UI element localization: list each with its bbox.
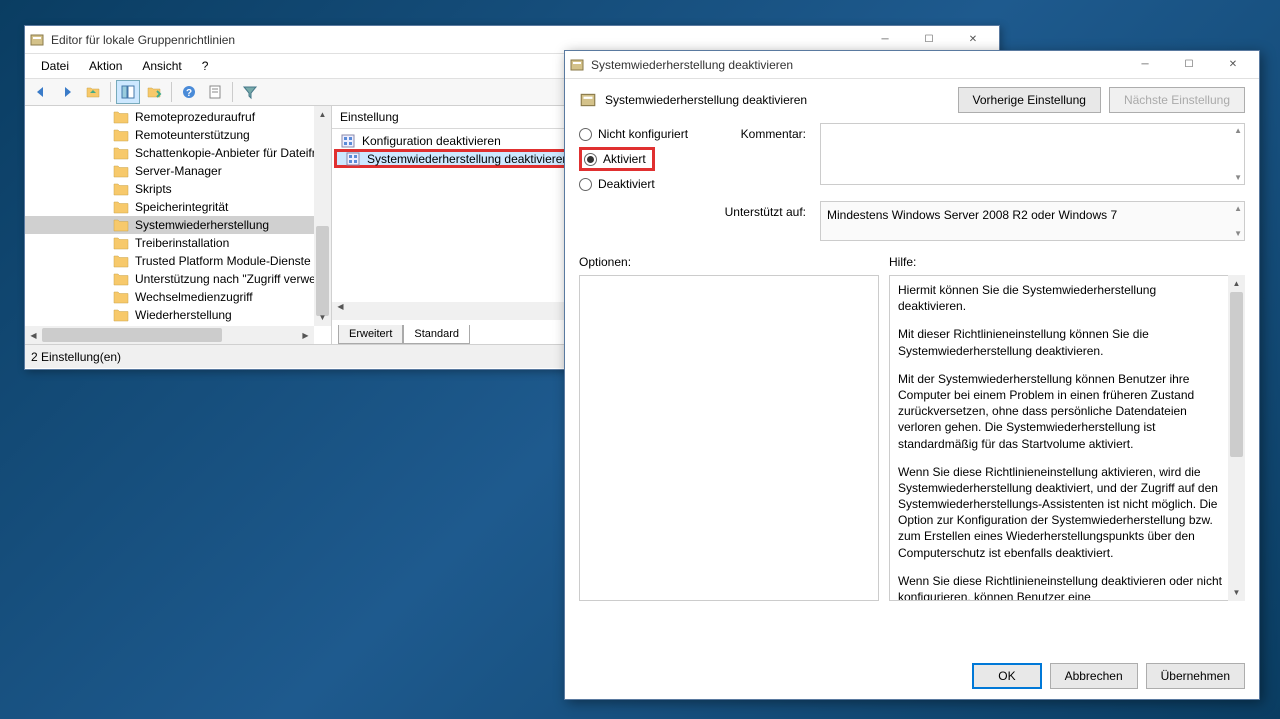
tree-item-label: Unterstützung nach "Zugriff verwe <box>135 272 316 286</box>
supported-label: Unterstützt auf: <box>717 205 806 219</box>
back-button[interactable] <box>29 80 53 104</box>
tree-item-label: Trusted Platform Module-Dienste <box>135 254 311 268</box>
scroll-left-icon[interactable]: ◀ <box>332 302 349 320</box>
help-box: Hiermit können Sie die Systemwiederherst… <box>889 275 1245 601</box>
help-label: Hilfe: <box>889 255 1245 269</box>
policy-heading-icon <box>579 91 597 109</box>
menu-action[interactable]: Aktion <box>79 57 132 75</box>
supported-on-text: Mindestens Windows Server 2008 R2 oder W… <box>827 208 1117 222</box>
apply-button[interactable]: Übernehmen <box>1146 663 1245 689</box>
radio-disabled[interactable]: Deaktiviert <box>579 173 709 195</box>
tree-scrollbar-horizontal[interactable]: ◀ ▶ <box>25 326 314 344</box>
up-button[interactable] <box>81 80 105 104</box>
list-item-label: Systemwiederherstellung deaktivieren <box>367 152 569 166</box>
tree-item[interactable]: Remoteunterstützung <box>25 126 331 144</box>
show-tree-button[interactable] <box>116 80 140 104</box>
policy-dialog: Systemwiederherstellung deaktivieren ─ ☐… <box>564 50 1260 700</box>
cancel-button[interactable]: Abbrechen <box>1050 663 1138 689</box>
dialog-minimize-button[interactable]: ─ <box>1123 51 1167 79</box>
scroll-up-icon[interactable]: ▲ <box>1228 275 1245 292</box>
tree-item-label: Schattenkopie-Anbieter für Dateifr <box>135 146 316 160</box>
tab-extended[interactable]: Erweitert <box>338 325 403 344</box>
supported-on-box: Mindestens Windows Server 2008 R2 oder W… <box>820 201 1245 241</box>
comment-textarea[interactable]: ▲▼ <box>820 123 1245 185</box>
scroll-down-icon[interactable]: ▼ <box>1228 584 1245 601</box>
radio-enabled[interactable]: Aktiviert <box>579 147 655 171</box>
tree-item-label: Wechselmedienzugriff <box>135 290 253 304</box>
radio-label: Deaktiviert <box>598 177 655 191</box>
help-paragraph: Mit dieser Richtlinieneinstellung können… <box>898 326 1222 358</box>
scroll-thumb[interactable] <box>1230 292 1243 457</box>
menu-help[interactable]: ? <box>192 57 219 75</box>
properties-button[interactable] <box>203 80 227 104</box>
tree-item[interactable]: Systemwiederherstellung <box>25 216 331 234</box>
svg-text:?: ? <box>186 88 192 99</box>
tree-item-label: Wiederherstellung <box>135 308 232 322</box>
status-text: 2 Einstellung(en) <box>31 350 121 364</box>
dialog-footer: OK Abbrechen Übernehmen <box>972 663 1245 689</box>
forward-button[interactable] <box>55 80 79 104</box>
tree-item[interactable]: Remoteprozeduraufruf <box>25 108 331 126</box>
scroll-up-icon[interactable]: ▲ <box>314 106 331 123</box>
tree-item[interactable]: Speicherintegrität <box>25 198 331 216</box>
tree-item-label: Systemwiederherstellung <box>135 218 269 232</box>
tree-item-label: Skripts <box>135 182 172 196</box>
tree-item[interactable]: Schattenkopie-Anbieter für Dateifr <box>25 144 331 162</box>
radio-label: Aktiviert <box>603 152 646 166</box>
tree-item[interactable]: Wechselmedienzugriff <box>25 288 331 306</box>
scroll-thumb-h[interactable] <box>42 328 222 342</box>
scroll-left-icon[interactable]: ◀ <box>25 326 42 344</box>
filter-button[interactable] <box>238 80 262 104</box>
dialog-heading: Systemwiederherstellung deaktivieren <box>605 93 950 107</box>
tree-item[interactable]: Skripts <box>25 180 331 198</box>
help-button[interactable]: ? <box>177 80 201 104</box>
scroll-right-icon[interactable]: ▶ <box>297 326 314 344</box>
menu-view[interactable]: Ansicht <box>132 57 191 75</box>
list-item-label: Konfiguration deaktivieren <box>362 134 501 148</box>
policy-icon <box>569 57 585 73</box>
tab-standard[interactable]: Standard <box>403 325 470 344</box>
next-setting-button: Nächste Einstellung <box>1109 87 1245 113</box>
prev-setting-button[interactable]: Vorherige Einstellung <box>958 87 1101 113</box>
radio-icon <box>579 178 592 191</box>
radio-label: Nicht konfiguriert <box>598 127 688 141</box>
list-tabs: Erweitert Standard <box>332 320 470 344</box>
scroll-down-icon[interactable]: ▼ <box>314 309 331 326</box>
tree-item-label: Treiberinstallation <box>135 236 229 250</box>
tree-panel: Remoteprozeduraufruf Remoteunterstützung S… <box>25 106 332 344</box>
export-button[interactable] <box>142 80 166 104</box>
radio-not-configured[interactable]: Nicht konfiguriert <box>579 123 709 145</box>
tree-item[interactable]: Unterstützung nach "Zugriff verwe <box>25 270 331 288</box>
tree-item[interactable]: Treiberinstallation <box>25 234 331 252</box>
help-paragraph: Hiermit können Sie die Systemwiederherst… <box>898 282 1222 314</box>
tree-item-label: Remoteprozeduraufruf <box>135 110 255 124</box>
tree-item-label: Server-Manager <box>135 164 222 178</box>
help-paragraph: Mit der Systemwiederherstellung können B… <box>898 371 1222 452</box>
dialog-titlebar[interactable]: Systemwiederherstellung deaktivieren ─ ☐… <box>565 51 1259 79</box>
tree-item[interactable]: Trusted Platform Module-Dienste <box>25 252 331 270</box>
options-box <box>579 275 879 601</box>
help-paragraph: Wenn Sie diese Richtlinieneinstellung ak… <box>898 464 1222 561</box>
help-scrollbar[interactable]: ▲ ▼ <box>1228 275 1245 601</box>
tree-item[interactable]: Wiederherstellung <box>25 306 331 324</box>
options-label: Optionen: <box>579 255 879 269</box>
dialog-close-button[interactable]: ✕ <box>1211 51 1255 79</box>
radio-icon <box>584 153 597 166</box>
tree-item-label: Remoteunterstützung <box>135 128 250 142</box>
tree-item[interactable]: Server-Manager <box>25 162 331 180</box>
dialog-title: Systemwiederherstellung deaktivieren <box>591 58 1123 72</box>
dialog-maximize-button[interactable]: ☐ <box>1167 51 1211 79</box>
scroll-thumb[interactable] <box>316 226 329 316</box>
comment-label: Kommentar: <box>717 123 806 141</box>
ok-button[interactable]: OK <box>972 663 1041 689</box>
tree-scrollbar-vertical[interactable]: ▲ ▼ <box>314 106 331 326</box>
main-title: Editor für lokale Gruppenrichtlinien <box>51 33 863 47</box>
help-paragraph: Wenn Sie diese Richtlinieneinstellung de… <box>898 573 1222 601</box>
tree-item-label: Speicherintegrität <box>135 200 228 214</box>
app-icon <box>29 32 45 48</box>
radio-icon <box>579 128 592 141</box>
menu-file[interactable]: Datei <box>31 57 79 75</box>
